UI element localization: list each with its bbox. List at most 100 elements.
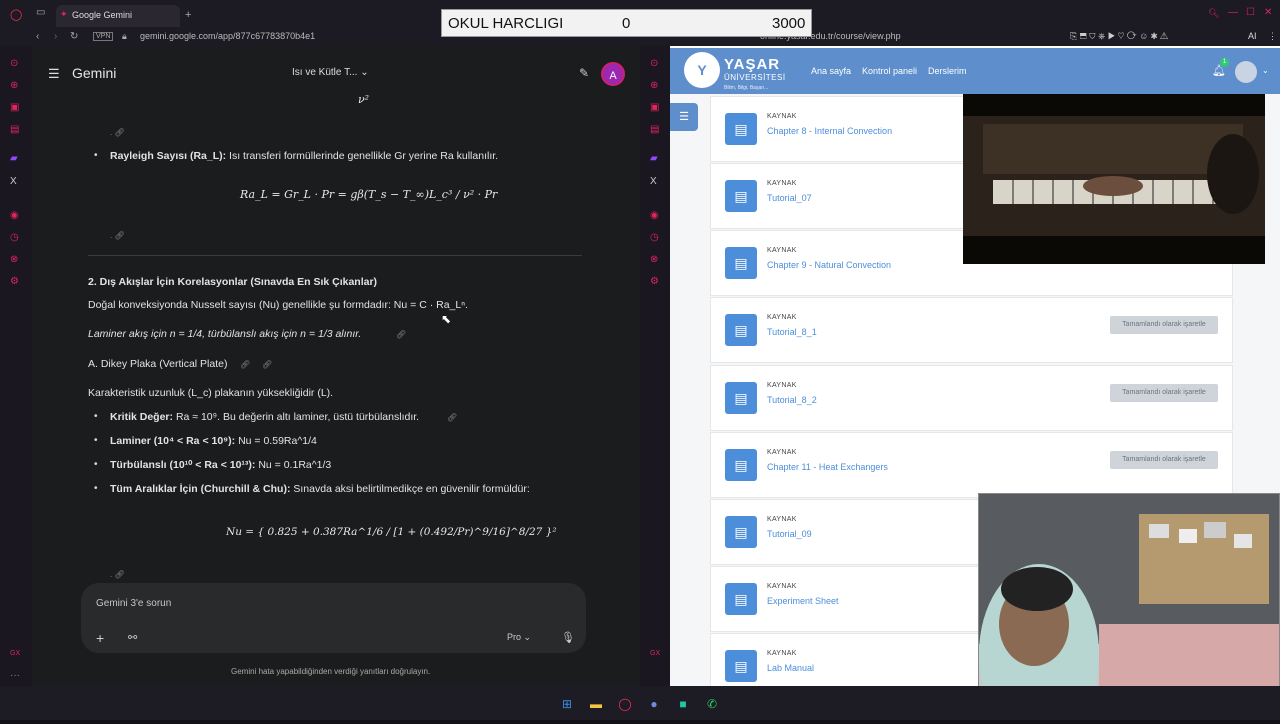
sidebar-app-icon[interactable]: ⊗ (10, 254, 18, 265)
resource-title[interactable]: Chapter 9 - Natural Convection (767, 260, 891, 270)
resource-title[interactable]: Experiment Sheet (767, 596, 839, 606)
left-url-field[interactable]: gemini.google.com/app/877c67783870b4e1 (140, 31, 315, 41)
mark-complete-button[interactable]: Tamamlandı olarak işaretle (1110, 451, 1218, 469)
bullet-item: Laminer (10⁴ < Ra < 10⁹): Nu = 0.59Ra^1/… (110, 435, 317, 447)
x-icon[interactable]: X (10, 176, 17, 187)
link-icon[interactable]: 🔗︎ (262, 360, 272, 369)
yasar-logo-icon[interactable]: Y (684, 52, 720, 88)
subsection-heading: A. Dikey Plaka (Vertical Plate) (88, 358, 228, 370)
more-icon[interactable]: ··· (10, 670, 20, 681)
file-explorer-icon[interactable]: ▬ (588, 696, 604, 712)
rayleigh-item: Rayleigh Sayısı (Ra_L): Isı transferi fo… (110, 150, 498, 162)
sidebar-app-icon[interactable]: ▤ (650, 124, 659, 135)
file-icon: ▤ (725, 583, 757, 615)
sidebar-app-icon[interactable]: ⊙ (650, 58, 658, 69)
prompt-input[interactable]: Gemini 3'e sorun (96, 598, 171, 609)
bullet-item: Türbülanslı (10¹⁰ < Ra < 10¹³): Nu = 0.1… (110, 459, 331, 471)
tools-icon[interactable]: ⚯ (128, 631, 137, 644)
history-icon[interactable]: ◷ (10, 232, 19, 243)
user-avatar[interactable] (1235, 61, 1257, 83)
sidebar-app-icon[interactable]: ⊕ (650, 80, 658, 91)
video-overlay (963, 94, 1265, 264)
mark-complete-button[interactable]: Tamamlandı olarak işaretle (1110, 384, 1218, 402)
ai-icon[interactable]: AI (1248, 31, 1257, 41)
back-icon[interactable]: ‹ (36, 31, 39, 42)
tab-overview-icon[interactable]: ▭ (36, 7, 45, 18)
sidebar-app-icon[interactable]: ⊗ (650, 254, 658, 265)
resource-title[interactable]: Tutorial_07 (767, 193, 812, 203)
resource-title[interactable]: Lab Manual (767, 663, 814, 673)
goal-current: 0 (622, 15, 631, 32)
toolbar-icons[interactable]: ⎘ ⬒ ⛉ ⎈ ▶ ♡ ⟳ ☺ ✱ ⚠ (1070, 31, 1168, 42)
link-icon[interactable]: 🔗︎ (240, 360, 250, 369)
opera-gx-icon[interactable]: ◯ (10, 8, 22, 21)
resource-title[interactable]: Chapter 8 - Internal Convection (767, 126, 892, 136)
chevron-down-icon: ⌄ (360, 67, 369, 78)
resource-type: KAYNAK (767, 516, 797, 523)
nav-home[interactable]: Ana sayfa (811, 66, 851, 76)
close-icon[interactable]: ✕ (1264, 7, 1272, 18)
settings-icon[interactable]: ⚙ (10, 276, 19, 287)
logo-name[interactable]: YAŞAR (724, 56, 780, 73)
x-icon[interactable]: X (650, 176, 657, 187)
sidebar-app-icon[interactable]: ⊕ (10, 80, 18, 91)
reload-icon[interactable]: ↻ (70, 31, 78, 42)
resource-card[interactable]: ▤ KAYNAK Tutorial_8_2 Tamamlandı olarak işa… (710, 365, 1233, 431)
link-icon[interactable]: 🔗︎ (396, 330, 406, 339)
mouse-cursor-icon: ⬉ (441, 312, 452, 326)
nav-dashboard[interactable]: Kontrol paneli (862, 66, 917, 76)
search-icon[interactable]: 🔍︎ (1208, 8, 1219, 19)
link-icon[interactable]: . 🔗︎ (110, 570, 125, 579)
sidebar-app-icon[interactable]: ▣ (10, 102, 19, 113)
settings-icon[interactable]: ⚙ (650, 276, 659, 287)
twitch-icon[interactable]: ▰ (10, 153, 18, 164)
history-icon[interactable]: ◷ (650, 232, 659, 243)
opera-gx-icon[interactable]: ◯ (617, 696, 633, 712)
discord-icon[interactable]: ● (646, 696, 662, 712)
menu-icon[interactable]: ☰ (48, 66, 60, 82)
bullet: • (94, 483, 98, 494)
resource-title[interactable]: Tutorial_8_1 (767, 327, 817, 337)
resource-title[interactable]: Chapter 11 - Heat Exchangers (767, 462, 888, 472)
model-selector[interactable]: Pro ⌄ (507, 632, 531, 643)
bullet: • (94, 411, 98, 422)
laminar-text: Laminer akış için n = 1/4, türbülanslı a… (88, 328, 362, 340)
sidebar-app-icon[interactable]: ▣ (650, 102, 659, 113)
sidebar-app-icon[interactable]: ◉ (10, 210, 19, 221)
resource-card[interactable]: ▤ KAYNAK Tutorial_8_1 Tamamlandı olarak işa… (710, 297, 1233, 363)
tab-gemini[interactable]: ✦ Google Gemini (56, 5, 180, 27)
link-icon[interactable]: . 🔗︎ (110, 231, 125, 240)
minimize-icon[interactable]: — (1228, 7, 1238, 18)
file-icon: ▤ (725, 516, 757, 548)
menu-dots-icon[interactable]: ⋮ (1268, 31, 1277, 42)
new-tab-icon[interactable]: + (185, 9, 191, 21)
microphone-icon[interactable]: 🎙︎ (561, 631, 575, 644)
chevron-down-icon[interactable]: ⌄ (1262, 66, 1269, 75)
avatar[interactable]: A (601, 62, 625, 86)
add-icon[interactable]: + (96, 630, 104, 646)
resource-title[interactable]: Tutorial_09 (767, 529, 812, 539)
twitch-icon[interactable]: ▰ (650, 153, 658, 164)
maximize-icon[interactable]: ☐ (1246, 7, 1255, 18)
bullet-item: Tüm Aralıklar İçin (Churchill & Chu): Sı… (110, 483, 530, 495)
mark-complete-button[interactable]: Tamamlandı olarak işaretle (1110, 316, 1218, 334)
forward-icon[interactable]: › (54, 31, 57, 42)
divider (88, 255, 582, 256)
sidebar-app-icon[interactable]: ▤ (10, 124, 19, 135)
resource-type: KAYNAK (767, 382, 797, 389)
resource-title[interactable]: Tutorial_8_2 (767, 395, 817, 405)
chat-title-dropdown[interactable]: Isı ve Kütle T... ⌄ (292, 67, 369, 78)
churchill-formula: Nu = { 0.825 + 0.387Ra^1/6 / [1 + (0.492… (226, 526, 557, 538)
course-index-toggle-icon[interactable]: ☰ (670, 103, 698, 131)
vpn-icon[interactable]: VPN (93, 32, 114, 41)
windows-start-icon[interactable]: ⊞ (559, 696, 575, 712)
sidebar-app-icon[interactable]: ◉ (650, 210, 659, 221)
new-chat-icon[interactable]: ✎ (579, 66, 589, 80)
whatsapp-icon[interactable]: ✆ (704, 696, 720, 712)
app-icon[interactable]: ■ (675, 696, 691, 712)
resource-card[interactable]: ▤ KAYNAK Chapter 11 - Heat Exchangers Tamam… (710, 432, 1233, 498)
link-icon[interactable]: 🔗︎ (447, 413, 457, 422)
sidebar-app-icon[interactable]: ⊙ (10, 58, 18, 69)
nav-my-courses[interactable]: Derslerim (928, 66, 967, 76)
link-icon[interactable]: . 🔗︎ (110, 128, 125, 137)
